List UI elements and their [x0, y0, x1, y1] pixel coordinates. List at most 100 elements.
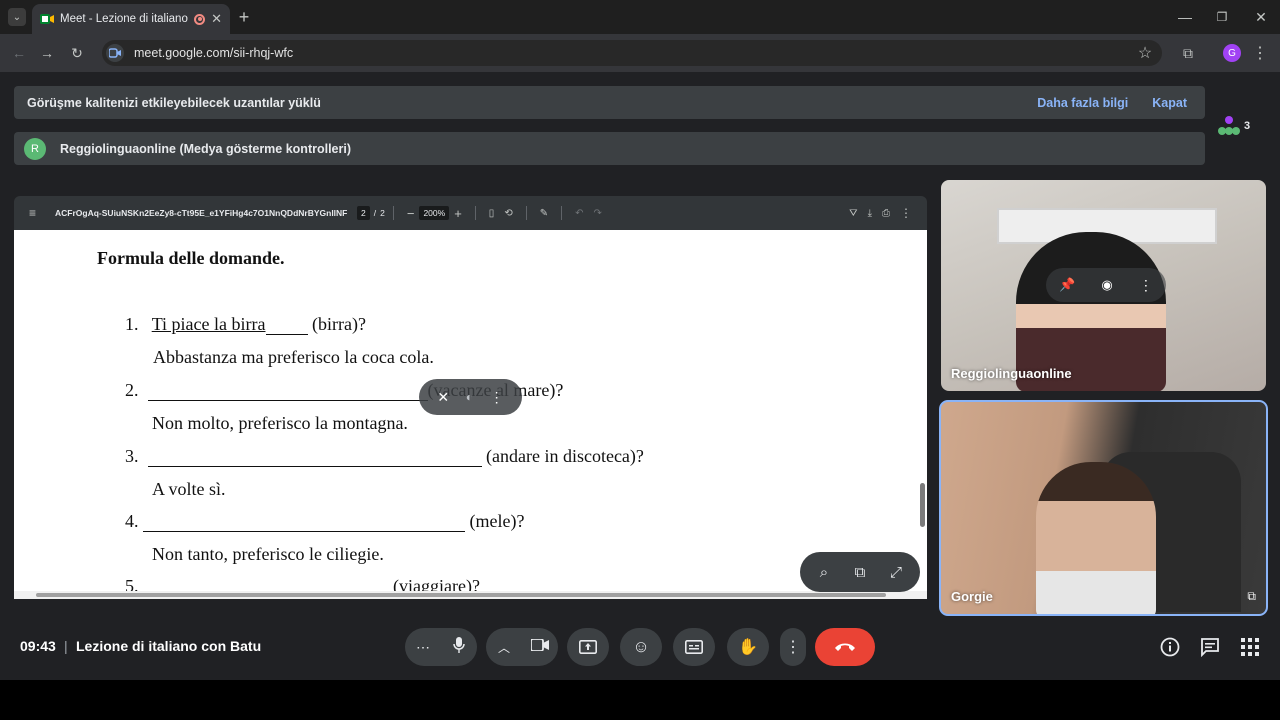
camera-group: ︿: [486, 628, 558, 666]
answer-4: Non tanto, preferisco le ciliegie.: [152, 544, 384, 564]
meeting-details-icon[interactable]: [1156, 633, 1184, 661]
item-number: 2.: [125, 380, 139, 400]
more-options-icon: ⋮: [785, 639, 801, 656]
question-hint: (mele)?: [469, 511, 525, 531]
mic-icon[interactable]: ◉: [1101, 277, 1112, 293]
learn-more-link[interactable]: Daha fazla bilgi: [1037, 96, 1128, 110]
site-info-icon[interactable]: [106, 44, 124, 62]
browser-tab-meet[interactable]: Meet - Lezione di italiano c ✕: [32, 4, 230, 34]
participant-tile-presenter[interactable]: 📌 ◉ ⋮ Reggiolinguaonline: [941, 180, 1266, 391]
back-icon[interactable]: ←: [10, 44, 28, 62]
activities-icon[interactable]: [1236, 633, 1264, 661]
pdf-menu-icon[interactable]: ≡: [29, 206, 36, 220]
question-1: 1. Ti piace la birra (birra)?: [125, 314, 366, 335]
participant-silhouette: [1036, 462, 1156, 614]
mute-audio-icon[interactable]: ◐: [466, 390, 473, 404]
more-options-icon[interactable]: ⋮: [1139, 277, 1153, 294]
more-options-button[interactable]: ⋮: [780, 628, 806, 666]
mic-options-icon[interactable]: ⋯: [405, 639, 441, 656]
new-tab-icon[interactable]: +: [236, 7, 252, 27]
reactions-button[interactable]: ☺: [620, 628, 662, 666]
extensions-icon[interactable]: ⧉: [1179, 44, 1197, 62]
profile-avatar[interactable]: G: [1223, 44, 1241, 62]
answer-2: Non molto, preferisco la montagna.: [152, 413, 408, 433]
zoom-out-icon[interactable]: −: [407, 206, 415, 221]
recording-indicator-icon: [194, 13, 206, 25]
toolbar-divider: [474, 206, 476, 220]
extensions-warning-banner: Görüşme kalitenizi etkileyebilecek uzant…: [14, 86, 1205, 119]
item-number: 1.: [125, 314, 139, 334]
pin-icon[interactable]: 📌: [1059, 277, 1075, 293]
address-bar[interactable]: meet.google.com/sii-rhqj-wfc: [102, 40, 1162, 66]
participant-name: Gorgie: [951, 589, 993, 604]
dismiss-banner-button[interactable]: Kapat: [1152, 96, 1187, 110]
window-close-icon[interactable]: ✕: [1252, 8, 1270, 26]
url-text: meet.google.com/sii-rhqj-wfc: [134, 46, 294, 60]
presenter-media-label: Reggiolinguaonline (Medya gösterme kontr…: [60, 141, 352, 156]
window-minimize-icon[interactable]: —: [1176, 8, 1194, 26]
meeting-time: 09:43: [20, 638, 56, 654]
more-options-icon[interactable]: ⋮: [900, 206, 912, 220]
media-controls-banner[interactable]: R Reggiolinguaonline (Medya gösterme kon…: [14, 132, 1205, 165]
answer-3: A volte sì.: [152, 479, 226, 499]
scrollbar-thumb[interactable]: [36, 593, 886, 597]
raise-hand-button[interactable]: ✋: [727, 628, 769, 666]
rotate-icon[interactable]: ⟲: [504, 208, 512, 219]
question-4: 4. (mele)?: [125, 511, 524, 532]
chat-icon[interactable]: [1196, 633, 1224, 661]
answer-blank: [143, 579, 393, 591]
participant-name: Reggiolinguaonline: [951, 366, 1072, 381]
toolbar-divider: [525, 206, 527, 220]
zoom-in-icon[interactable]: +: [454, 206, 462, 221]
pdf-vertical-scrollbar[interactable]: [920, 483, 925, 527]
emoji-icon: ☺: [632, 637, 650, 656]
current-page-input[interactable]: 2: [357, 206, 370, 220]
open-in-new-window-icon[interactable]: ⧉: [846, 558, 874, 586]
microphone-icon[interactable]: [441, 636, 477, 658]
fullscreen-icon[interactable]: ⤢: [882, 558, 910, 586]
participants-indicator[interactable]: 3: [1218, 112, 1266, 140]
camera-options-chevron-icon[interactable]: ︿: [486, 639, 522, 656]
answer-1: Abbastanza ma preferisco la coca cola.: [153, 347, 434, 367]
item-number: 4.: [125, 511, 139, 531]
browser-menu-icon[interactable]: ⋮: [1252, 44, 1268, 62]
pdf-horizontal-scrollbar[interactable]: [14, 591, 927, 599]
pdf-toolbar: ≡ ACFrOgAq-SUiuNSKn2EeZy8-cTt95E_e1YFiHg…: [14, 196, 927, 230]
captions-button[interactable]: [673, 628, 715, 666]
presentation-hover-controls: ✕ ◐ ⋮: [419, 379, 522, 415]
download-icon[interactable]: ⤓: [868, 208, 872, 219]
tab-search-chevron-icon[interactable]: ⌄: [8, 8, 26, 26]
zoom-icon[interactable]: ⌕: [810, 558, 838, 586]
print-icon[interactable]: ⎙: [882, 208, 890, 219]
camera-icon[interactable]: [522, 638, 558, 656]
reload-icon[interactable]: ↻: [68, 44, 86, 62]
zoom-level-input[interactable]: 200%: [419, 206, 450, 220]
leave-call-button[interactable]: [815, 628, 875, 666]
more-options-icon[interactable]: ⋮: [490, 389, 504, 406]
participant-tile-self[interactable]: Gorgie ⧉: [939, 400, 1268, 616]
tile-hover-controls: 📌 ◉ ⋮: [1046, 268, 1166, 302]
end-call-icon: [835, 643, 855, 651]
answer-blank: [143, 514, 465, 532]
total-pages: 2: [380, 208, 385, 218]
tab-close-icon[interactable]: ✕: [211, 11, 222, 27]
item-number: 5.: [125, 576, 139, 591]
save-to-drive-icon[interactable]: ⛛: [849, 208, 857, 219]
unpin-icon[interactable]: ✕: [437, 389, 449, 406]
bookmark-star-icon[interactable]: ☆: [1136, 44, 1154, 62]
hand-icon: ✋: [738, 639, 758, 656]
answer-blank: [147, 383, 428, 401]
present-screen-button[interactable]: [567, 628, 609, 666]
fit-page-icon[interactable]: ▯: [489, 208, 495, 219]
participants-count: 3: [1244, 120, 1251, 132]
redo-icon[interactable]: ↷: [593, 208, 601, 219]
question-3: 3. (andare in discoteca)?: [125, 446, 644, 467]
pdf-filename: ACFrOgAq-SUiuNSKn2EeZy8-cTt95E_e1YFiHg4c…: [55, 208, 348, 218]
picture-in-picture-icon[interactable]: ⧉: [1247, 589, 1256, 604]
annotate-icon[interactable]: ✎: [540, 208, 548, 219]
undo-icon[interactable]: ↶: [575, 208, 583, 219]
window-restore-icon[interactable]: ❐: [1213, 8, 1231, 26]
toolbar-divider: [392, 206, 394, 220]
forward-icon[interactable]: →: [38, 44, 56, 62]
captions-icon: [685, 640, 703, 654]
